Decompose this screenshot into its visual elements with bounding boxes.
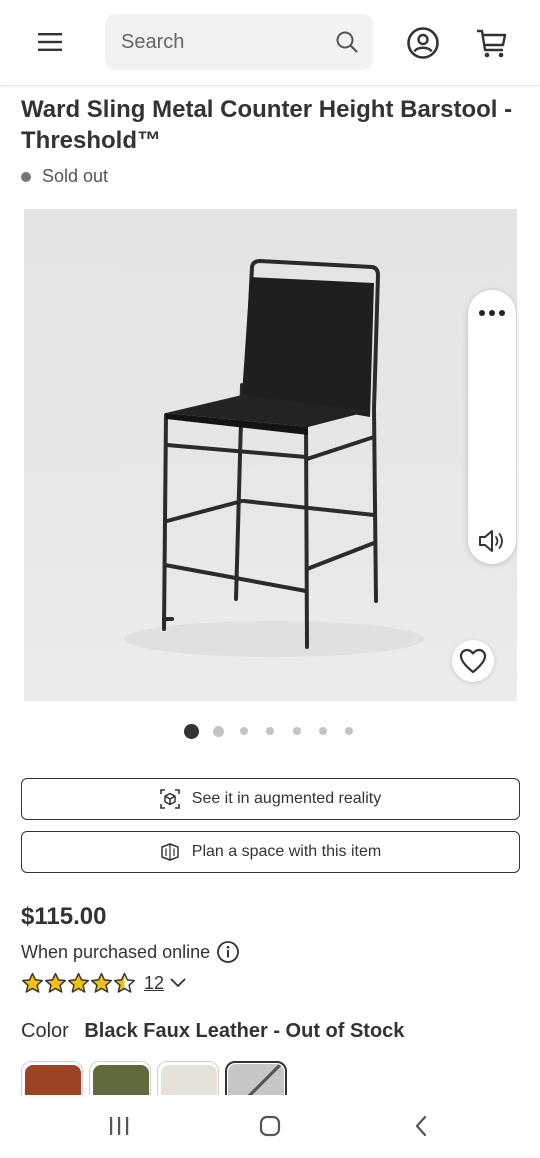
system-nav-bar — [0, 1095, 540, 1158]
plan-label: Plan a space with this item — [191, 843, 382, 860]
back-button[interactable] — [406, 1113, 436, 1139]
menu-icon — [38, 33, 62, 51]
carousel-dot[interactable] — [345, 727, 353, 735]
heart-icon — [459, 648, 487, 674]
sound-button[interactable] — [468, 526, 516, 556]
carousel-dot[interactable] — [319, 727, 327, 735]
purchase-note: When purchased online — [21, 940, 240, 964]
product-image[interactable] — [24, 209, 517, 701]
status-text: Sold out — [42, 166, 109, 186]
carousel-dot[interactable] — [266, 727, 274, 735]
search-icon[interactable] — [335, 30, 359, 54]
account-icon — [407, 27, 439, 59]
cart-icon — [477, 29, 507, 58]
recents-icon — [110, 1117, 129, 1135]
ar-label: See it in augmented reality — [191, 790, 382, 807]
back-icon — [415, 1115, 427, 1137]
menu-button[interactable] — [30, 24, 70, 60]
chevron-down-icon[interactable] — [170, 978, 186, 988]
home-icon — [259, 1115, 281, 1137]
color-value: Black Faux Leather - Out of Stock — [84, 1020, 405, 1042]
ar-button[interactable]: See it in augmented reality — [21, 778, 520, 820]
room-plan-icon — [161, 843, 179, 861]
purchase-note-text: When purchased online — [21, 941, 211, 962]
info-icon[interactable] — [216, 940, 240, 964]
top-header — [0, 0, 540, 86]
more-icon — [479, 310, 505, 316]
carousel-dot[interactable] — [240, 727, 248, 735]
color-selection: Color Black Faux Leather - Out of Stock — [21, 1020, 404, 1043]
status-dot — [21, 171, 31, 182]
star-icon — [21, 972, 44, 993]
account-button[interactable] — [404, 24, 442, 62]
carousel-dots — [0, 723, 540, 739]
favorite-button[interactable] — [452, 640, 494, 682]
rating-row[interactable]: 12 — [21, 970, 186, 996]
home-button[interactable] — [255, 1113, 285, 1139]
recents-button[interactable] — [104, 1113, 134, 1139]
speaker-icon — [479, 530, 503, 552]
star-icon — [67, 972, 90, 993]
search-input[interactable] — [105, 14, 325, 70]
star-icon — [90, 972, 113, 993]
carousel-dot[interactable] — [183, 723, 199, 739]
star-rating — [21, 972, 136, 994]
carousel-dot[interactable] — [212, 725, 224, 737]
media-side-panel — [468, 290, 516, 564]
star-icon — [44, 972, 67, 993]
carousel-dot[interactable] — [293, 727, 301, 735]
color-label: Color — [21, 1020, 69, 1042]
product-title: Ward Sling Metal Counter Height Barstool… — [21, 96, 513, 154]
stock-status: Sold out — [21, 166, 108, 187]
cart-button[interactable] — [472, 24, 510, 62]
price: $115.00 — [21, 903, 107, 930]
barstool-image — [124, 258, 424, 657]
review-count-link[interactable]: 12 — [144, 973, 164, 994]
plan-space-button[interactable]: Plan a space with this item — [21, 831, 520, 873]
star-icon — [113, 972, 136, 993]
ar-icon — [159, 789, 180, 809]
search-box[interactable] — [105, 14, 373, 70]
more-options-button[interactable] — [468, 300, 516, 326]
